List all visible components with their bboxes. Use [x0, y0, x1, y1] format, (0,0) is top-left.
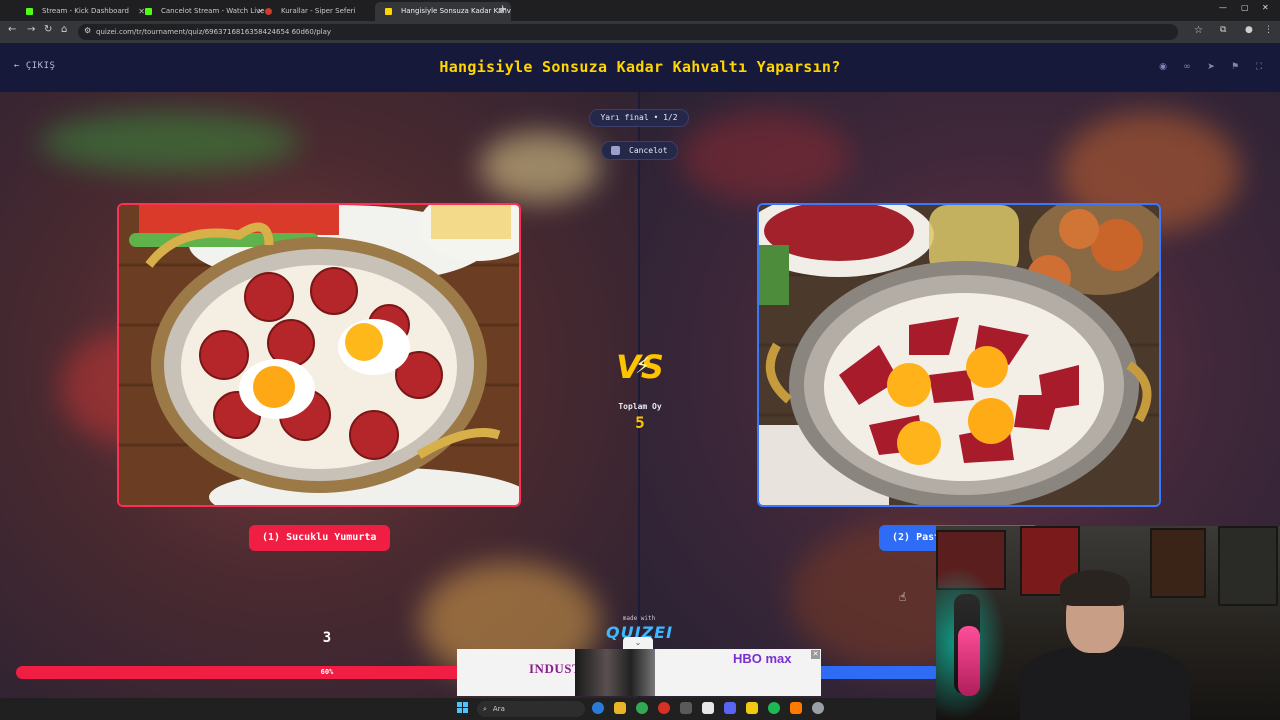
ad-brand: HBO max — [733, 651, 792, 666]
send-icon[interactable]: ➤ — [1203, 59, 1219, 75]
browser-tab-bar: Stream - Kick Dashboard ✕ Cancelot Strea… — [0, 0, 1280, 21]
center-divider — [638, 92, 640, 700]
back-icon[interactable]: ← — [8, 24, 16, 35]
ad-collapse-chevron-icon[interactable]: ⌄ — [623, 637, 653, 649]
siper-favicon-icon — [265, 8, 272, 15]
choose-option-left-button[interactable]: (1) Sucuklu Yumurta — [249, 525, 390, 551]
home-icon[interactable]: ⌂ — [61, 24, 67, 35]
url-input[interactable]: ⚙ quizei.com/tr/tournament/quiz/69637168… — [78, 24, 1203, 40]
reload-icon[interactable]: ↻ — [44, 24, 52, 35]
extensions-icon[interactable]: ⧉ — [1220, 25, 1226, 35]
tab-label: Kurallar - Siper Seferi — [281, 7, 356, 15]
address-bar: ← → ↻ ⌂ ⚙ quizei.com/tr/tournament/quiz/… — [0, 21, 1280, 43]
lightning-icon: ⚡ — [635, 354, 651, 379]
minimize-icon[interactable]: — — [1219, 3, 1227, 12]
creator-avatar-icon — [611, 146, 620, 155]
mouse-cursor-icon: ☝ — [899, 590, 907, 604]
round-badge: Yarı final • 1/2 — [589, 109, 689, 127]
browser-tab-active[interactable]: Hangisiyle Sonsuza Kadar Kahvı ✕ — [375, 2, 511, 21]
url-text: quizei.com/tr/tournament/quiz/6963716816… — [96, 28, 332, 36]
sticky-notes-icon[interactable] — [746, 702, 758, 714]
option-card-right[interactable] — [757, 203, 1161, 507]
browser-tab[interactable]: Stream - Kick Dashboard ✕ — [16, 2, 152, 21]
wall-poster — [1150, 528, 1206, 598]
tab-label: Hangisiyle Sonsuza Kadar Kahvı — [401, 7, 511, 15]
quizei-favicon-icon — [385, 8, 392, 15]
ad-people-image — [575, 649, 655, 696]
app-icon[interactable] — [680, 702, 692, 714]
link-icon[interactable]: ∞ — [1179, 59, 1195, 75]
pink-light — [958, 626, 980, 696]
creator-name: Cancelot — [629, 146, 668, 155]
new-tab-icon[interactable]: + — [498, 2, 507, 15]
vs-emblem: VS ⚡ — [614, 348, 666, 388]
browser-tab[interactable]: Cancelot Stream - Watch Live o ✕ — [135, 2, 271, 21]
made-with-label: made with — [622, 615, 656, 622]
windows-taskbar: ⌕ Ara — [0, 698, 936, 720]
quiz-title: Hangisiyle Sonsuza Kadar Kahvaltı Yapars… — [439, 58, 841, 76]
search-placeholder: Ara — [492, 705, 505, 713]
spotify-icon[interactable] — [768, 702, 780, 714]
settings-icon[interactable] — [812, 702, 824, 714]
menu-icon[interactable]: ⋮ — [1264, 25, 1273, 35]
windows-start-icon[interactable] — [457, 702, 469, 714]
search-icon: ⌕ — [483, 705, 487, 713]
discord-icon[interactable] — [724, 702, 736, 714]
pastirmali-yumurta-image — [759, 205, 1159, 505]
left-vote-count: 3 — [322, 630, 332, 646]
quiz-header: ← ÇIKIŞ Hangisiyle Sonsuza Kadar Kahvalt… — [0, 43, 1280, 92]
streamer-body — [1020, 646, 1190, 720]
fullscreen-icon[interactable]: ⛶ — [1251, 59, 1267, 75]
streamer-webcam — [936, 526, 1280, 720]
notepad-icon[interactable] — [702, 702, 714, 714]
eye-icon[interactable]: ◉ — [1155, 59, 1171, 75]
bookmark-star-icon[interactable]: ☆ — [1194, 25, 1203, 36]
site-info-icon[interactable]: ⚙ — [84, 26, 91, 35]
banner-ad[interactable]: INDUSTRY HBO max ✕ — [457, 649, 821, 696]
taskbar-search-input[interactable]: ⌕ Ara — [477, 701, 585, 717]
total-votes-value: 5 — [635, 413, 645, 432]
app-icon[interactable] — [790, 702, 802, 714]
file-explorer-icon[interactable] — [614, 702, 626, 714]
maximize-icon[interactable]: ▢ — [1241, 3, 1249, 12]
total-votes-label: Toplam Oy — [618, 402, 662, 411]
left-vote-percent: 60% — [320, 668, 334, 676]
ad-close-icon[interactable]: ✕ — [811, 650, 820, 659]
browser-tab[interactable]: Kurallar - Siper Seferi ✕ — [255, 2, 391, 21]
sucuklu-yumurta-image — [119, 205, 519, 505]
tab-label: Stream - Kick Dashboard — [42, 7, 129, 15]
forward-icon[interactable]: → — [27, 24, 35, 35]
kick-favicon-icon — [26, 8, 33, 15]
obs-icon[interactable] — [658, 702, 670, 714]
option-card-left[interactable] — [117, 203, 521, 507]
edge-icon[interactable] — [592, 702, 604, 714]
creator-badge[interactable]: Cancelot — [601, 141, 678, 160]
wall-shelf — [1218, 526, 1278, 606]
streamer-hair — [1060, 570, 1130, 606]
chrome-icon[interactable] — [636, 702, 648, 714]
flag-icon[interactable]: ⚑ — [1227, 59, 1243, 75]
window-close-icon[interactable]: ✕ — [1262, 3, 1269, 12]
kick-favicon-icon — [145, 8, 152, 15]
profile-icon[interactable]: ● — [1245, 25, 1253, 35]
